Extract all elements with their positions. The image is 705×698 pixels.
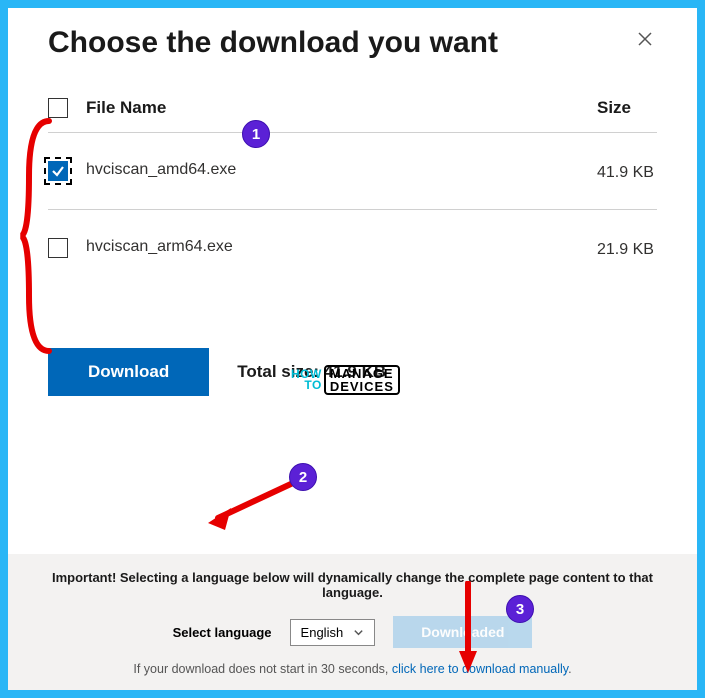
manual-download-line: If your download does not start in 30 se… [38,662,667,676]
column-header-size: Size [597,98,657,118]
download-table: File Name Size hvciscan_amd64.exe 41.9 K… [48,98,657,286]
select-language-label: Select language [173,625,272,640]
language-select[interactable]: English [290,619,376,646]
close-button[interactable] [633,26,657,57]
table-row: hvciscan_arm64.exe 21.9 KB [48,210,657,286]
watermark-logo: HOW TO MANAGE DEVICES [291,365,400,395]
file-size: 21.9 KB [597,238,657,262]
table-row: hvciscan_amd64.exe 41.9 KB [48,133,657,210]
annotation-arrow-3 [458,581,478,676]
annotation-brace [19,116,59,356]
file-name: hvciscan_arm64.exe [86,238,597,256]
watermark-to: TO [291,380,322,391]
annotation-arrow-2 [203,478,303,538]
chevron-down-icon [353,627,364,638]
select-all-checkbox[interactable] [48,98,68,118]
dialog-title: Choose the download you want [48,26,498,60]
file-name: hvciscan_amd64.exe [86,161,597,179]
language-warning: Important! Selecting a language below wi… [38,570,667,600]
close-icon [637,31,653,47]
column-header-name: File Name [86,98,166,118]
download-button[interactable]: Download [48,348,209,396]
annotation-step-2: 2 [289,463,317,491]
selected-language: English [301,625,344,640]
annotation-step-1: 1 [242,120,270,148]
manual-download-link[interactable]: click here to download manually [392,662,568,676]
file-size: 41.9 KB [597,161,657,185]
manual-download-prefix: If your download does not start in 30 se… [133,662,392,676]
watermark-devices: DEVICES [330,380,394,393]
table-header-row: File Name Size [48,98,657,133]
annotation-step-3: 3 [506,595,534,623]
